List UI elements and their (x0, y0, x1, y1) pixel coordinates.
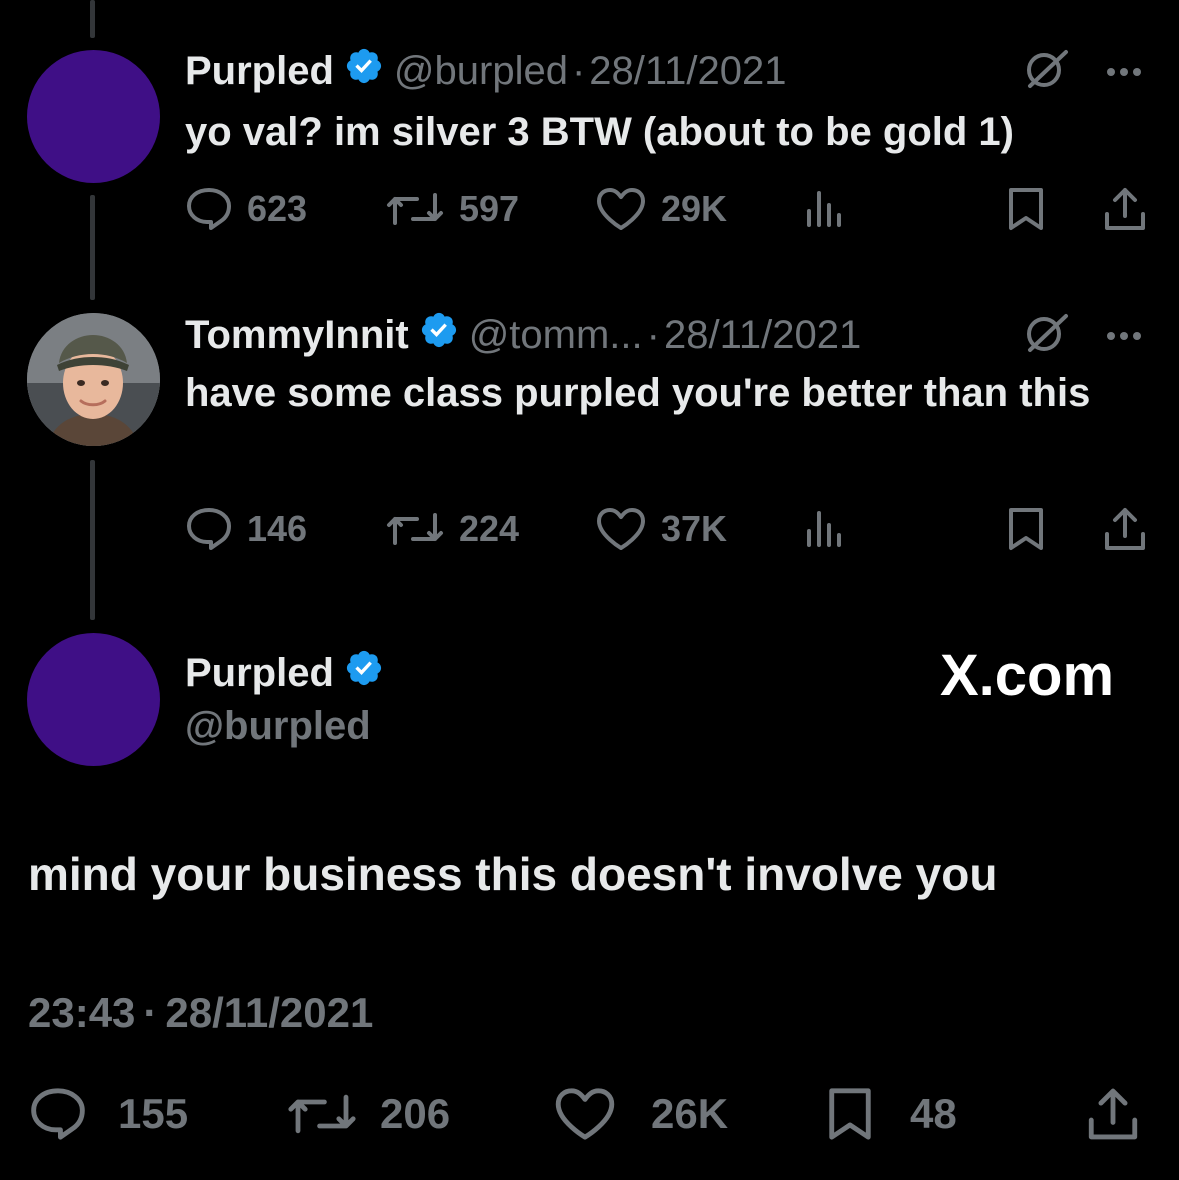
reply-button[interactable]: 623 (185, 184, 307, 234)
reply-button[interactable]: 155 (28, 1086, 188, 1142)
reply-count: 623 (247, 188, 308, 229)
main-tweet-time[interactable]: 23:43 (28, 988, 135, 1038)
share-button[interactable] (1101, 504, 1149, 554)
retweet-icon (387, 193, 443, 225)
like-button[interactable]: 37K (595, 504, 727, 554)
views-button[interactable] (803, 184, 847, 234)
tweet-2-separator: · (646, 313, 660, 357)
share-button[interactable] (1101, 184, 1149, 234)
x-com-watermark: X.com (940, 643, 1115, 708)
like-button[interactable]: 29K (595, 184, 727, 234)
bookmark-button[interactable] (1005, 184, 1047, 234)
share-icon (1105, 508, 1145, 550)
like-count: 29K (661, 188, 728, 229)
bookmark-icon (1009, 188, 1043, 230)
main-tweet-name-row: Purpled (185, 648, 384, 698)
reply-icon (187, 508, 231, 550)
tweet-2-handle[interactable]: @tomm... (469, 312, 643, 358)
bookmark-icon (1009, 508, 1043, 550)
tweet-2-text: have some class purpled you're better th… (185, 371, 1091, 415)
tweet-2-header: TommyInnit @tomm... · 28/11/2021 (185, 310, 861, 360)
tweet-1-actions: 623 597 29K (185, 184, 1155, 234)
main-tweet-timestamp: 23:43 · 28/11/2021 (28, 988, 373, 1038)
tweet-1-separator: · (571, 49, 586, 93)
reply-icon (31, 1088, 85, 1140)
thread-line-2 (90, 460, 95, 620)
verified-badge-icon (344, 648, 384, 698)
views-icon (807, 511, 841, 547)
verified-badge-icon (344, 46, 384, 96)
avatar-purpled-main[interactable] (27, 633, 160, 766)
bookmark-icon (829, 1088, 871, 1140)
tweet-2-actions: 146 224 37K (185, 504, 1155, 554)
verified-badge-icon (419, 310, 459, 360)
retweet-count: 597 (459, 188, 520, 229)
bookmark-button[interactable] (1005, 504, 1047, 554)
like-icon (597, 508, 645, 550)
like-count: 37K (661, 508, 728, 549)
tweet-1-handle[interactable]: @burpled (394, 48, 568, 94)
main-tweet-text: mind your business this doesn't involve … (28, 848, 998, 900)
tweet-1-date[interactable]: 28/11/2021 (589, 48, 786, 94)
tweet-2-head-icons (1022, 312, 1142, 361)
retweet-count: 224 (459, 508, 520, 549)
tweet-2-date[interactable]: 28/11/2021 (664, 312, 861, 358)
retweet-count: 206 (380, 1090, 451, 1137)
main-tweet-date[interactable]: 28/11/2021 (165, 988, 373, 1038)
reply-icon (187, 188, 231, 230)
grok-icon[interactable] (1022, 48, 1070, 97)
grok-icon[interactable] (1022, 312, 1070, 361)
share-icon (1088, 1088, 1138, 1140)
avatar-tommyinnit[interactable] (27, 313, 160, 446)
main-tweet-separator: · (143, 989, 158, 1036)
bookmark-count: 48 (910, 1090, 957, 1137)
thread-line-top (90, 0, 95, 38)
share-button[interactable] (1084, 1086, 1142, 1142)
tweet-2-name[interactable]: TommyInnit (185, 312, 409, 358)
retweet-icon (288, 1094, 356, 1134)
more-icon[interactable] (1106, 328, 1142, 346)
like-icon (555, 1088, 615, 1140)
tweet-1-text: yo val? im silver 3 BTW (about to be gol… (185, 110, 1014, 154)
main-tweet-actions: 155 206 26K 48 (28, 1086, 1148, 1142)
like-icon (597, 188, 645, 230)
reply-count: 155 (118, 1090, 189, 1137)
avatar-purpled-1[interactable] (27, 50, 160, 183)
reply-button[interactable]: 146 (185, 504, 307, 554)
tweet-1-head-icons (1022, 48, 1142, 97)
retweet-button[interactable]: 597 (385, 184, 519, 234)
tweet-1-header: Purpled @burpled · 28/11/2021 (185, 46, 787, 96)
reply-count: 146 (247, 508, 308, 549)
views-button[interactable] (803, 504, 847, 554)
retweet-icon (387, 513, 443, 545)
main-tweet-name[interactable]: Purpled (185, 650, 334, 696)
share-icon (1105, 188, 1145, 230)
main-tweet-handle[interactable]: @burpled (185, 703, 371, 749)
like-count: 26K (651, 1090, 729, 1137)
thread-line-1 (90, 195, 95, 300)
bookmark-button[interactable]: 48 (824, 1086, 957, 1142)
tweet-1-name[interactable]: Purpled (185, 48, 334, 94)
retweet-button[interactable]: 206 (286, 1086, 450, 1142)
more-icon[interactable] (1106, 64, 1142, 82)
retweet-button[interactable]: 224 (385, 504, 519, 554)
views-icon (807, 191, 841, 227)
like-button[interactable]: 26K (553, 1086, 728, 1142)
